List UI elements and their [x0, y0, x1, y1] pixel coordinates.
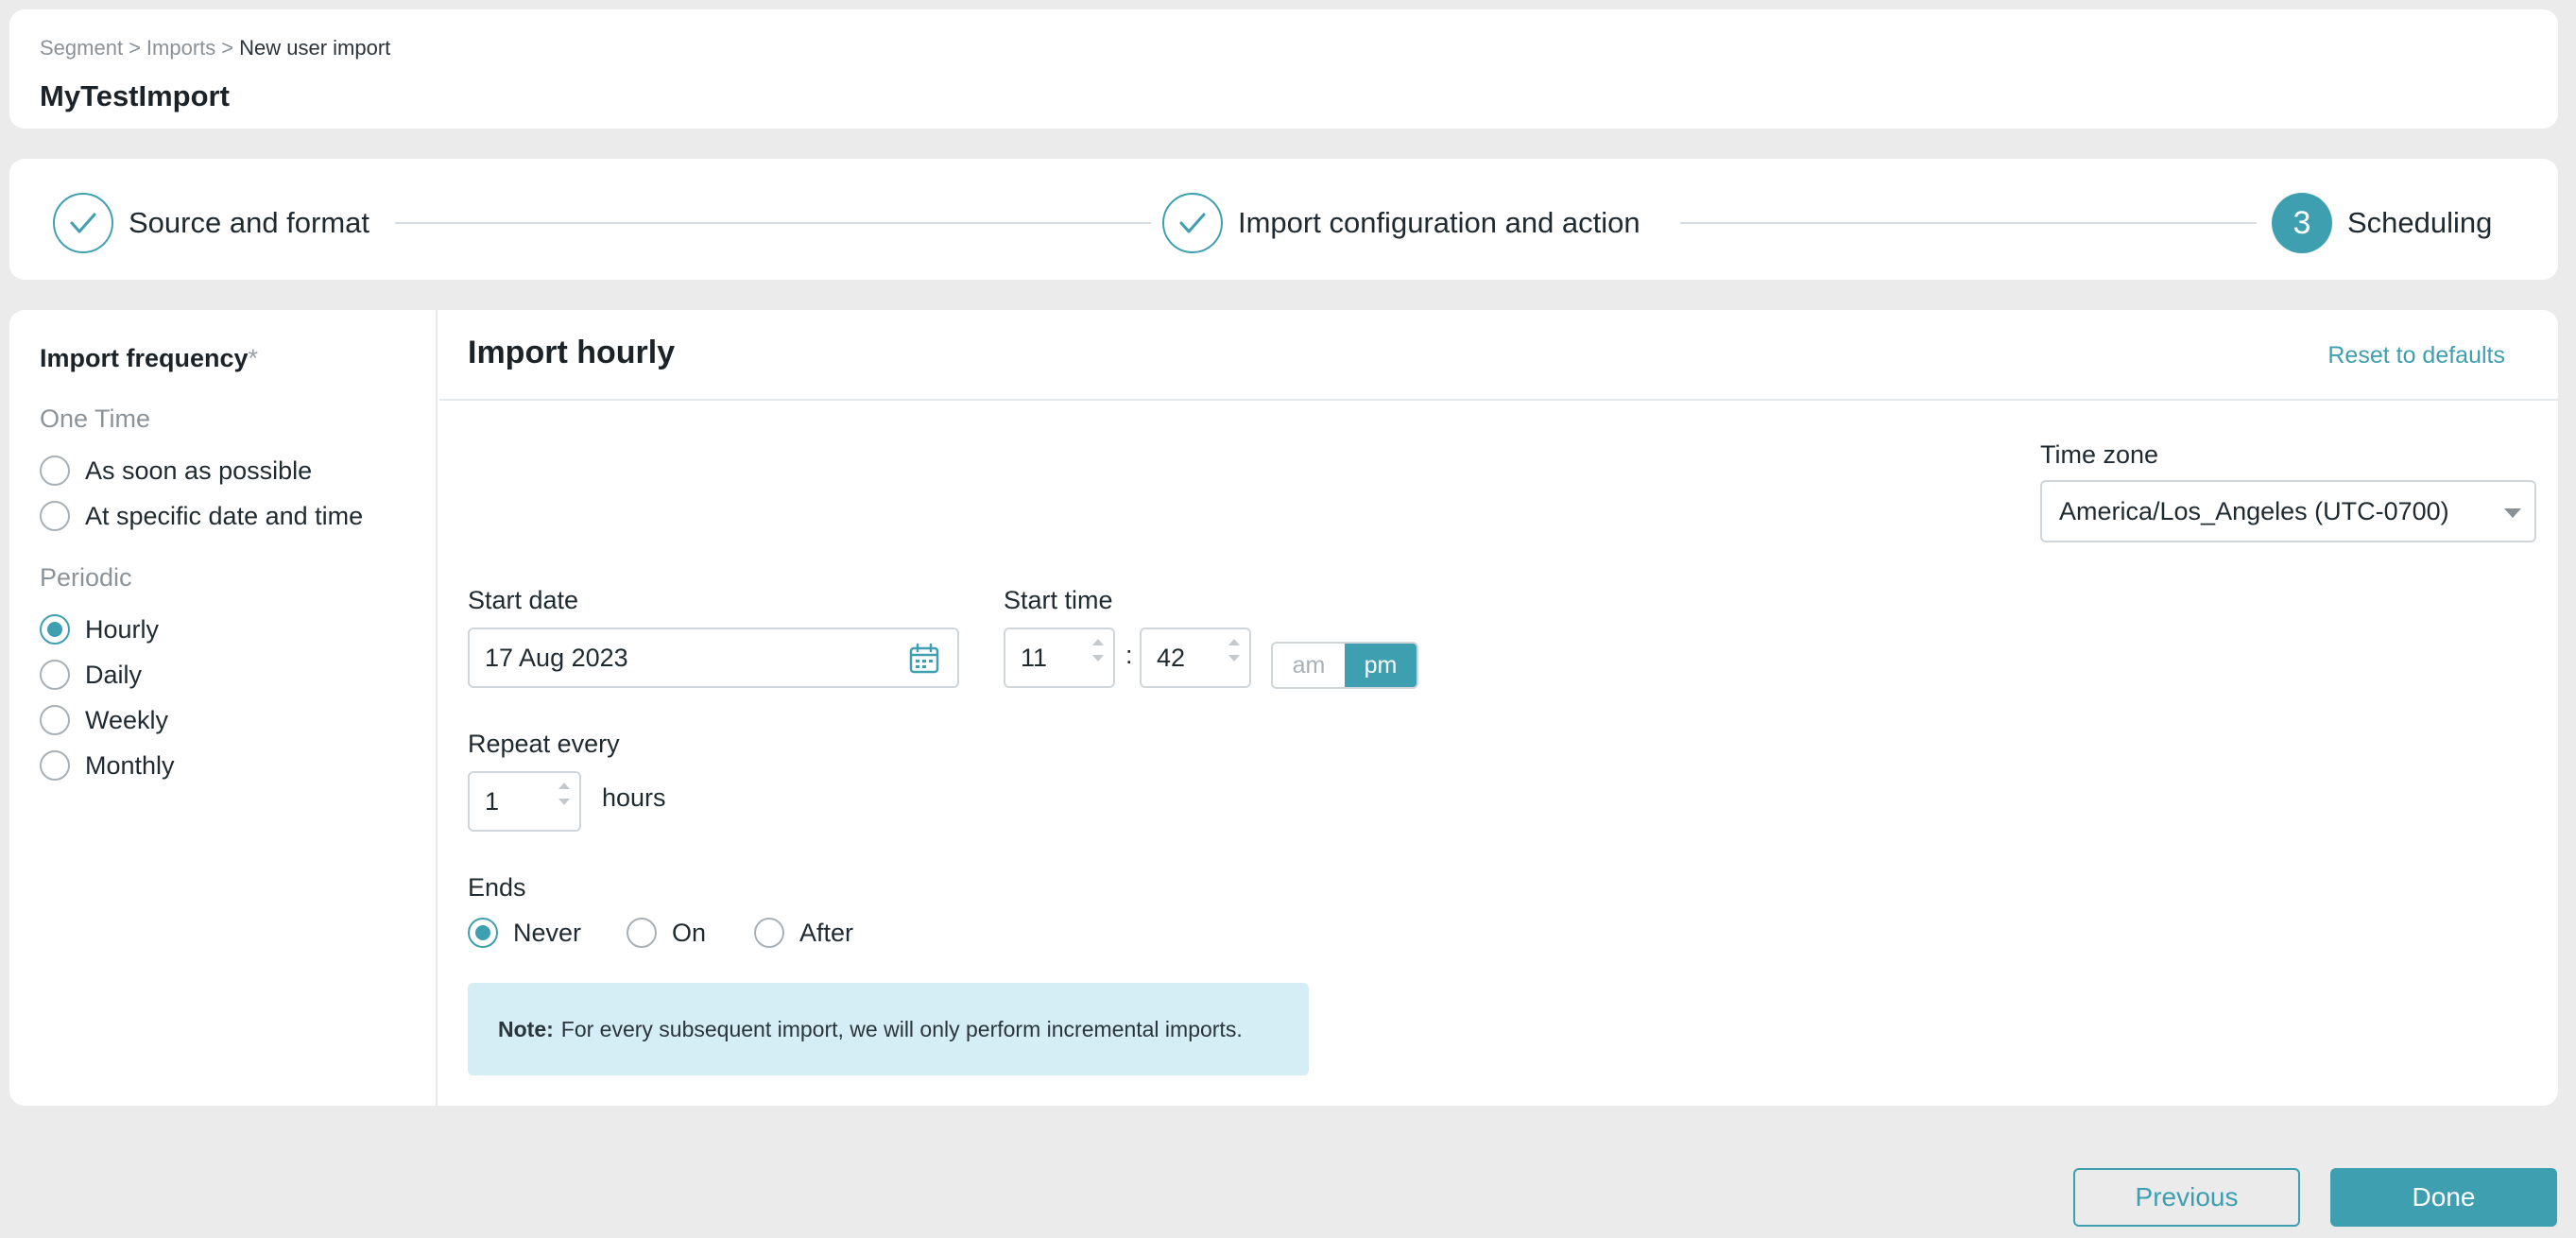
spin-down-icon[interactable] — [558, 799, 570, 805]
import-frequency-label: Import frequency — [40, 344, 249, 372]
content-header: Import hourly Reset to defaults — [439, 310, 2558, 401]
repeat-value: 1 — [485, 786, 500, 816]
radio-label: Daily — [85, 660, 143, 689]
step-label: Scheduling — [2347, 206, 2493, 239]
caret-down-icon — [2504, 508, 2521, 518]
time-zone-value: America/Los_Angeles (UTC-0700) — [2059, 496, 2449, 525]
spin-up-icon[interactable] — [1228, 639, 1240, 645]
schedule-content: Import hourly Reset to defaults Time zon… — [439, 310, 2558, 1106]
incremental-import-note: Note: For every subsequent import, we wi… — [468, 983, 1309, 1075]
ends-on-option[interactable]: On — [627, 918, 706, 948]
start-date-label: Start date — [468, 586, 579, 614]
spin-down-icon[interactable] — [1228, 655, 1240, 662]
radio-daily[interactable]: Daily — [40, 660, 142, 690]
radio-button[interactable] — [40, 501, 70, 531]
hour-value: 11 — [1021, 643, 1048, 672]
am-pm-toggle[interactable]: am pm — [1271, 642, 1418, 689]
ends-label: Ends — [468, 873, 526, 902]
radio-at-specific-date-and-time[interactable]: At specific date and time — [40, 501, 363, 531]
radio-button[interactable] — [40, 705, 70, 735]
step-label: Import configuration and action — [1238, 206, 1640, 239]
ends-after-option[interactable]: After — [754, 918, 853, 948]
scheduling-panel: Import frequency* One Time As soon as po… — [9, 310, 2558, 1106]
spin-up-icon[interactable] — [558, 782, 570, 789]
step-scheduling[interactable]: 3 Scheduling — [2272, 193, 2492, 253]
radio-label: Weekly — [85, 705, 169, 734]
step-source-and-format[interactable]: Source and format — [53, 193, 369, 253]
repeat-every-label: Repeat every — [468, 730, 620, 758]
minute-value: 42 — [1157, 643, 1186, 672]
pm-option[interactable]: pm — [1345, 644, 1417, 687]
radio-button-checked[interactable] — [468, 918, 498, 948]
am-option[interactable]: am — [1273, 644, 1345, 687]
start-minute-input[interactable]: 42 — [1140, 628, 1251, 688]
page-title: MyTestImport — [40, 79, 230, 112]
hour-spinner[interactable] — [1092, 639, 1104, 662]
ends-never-option[interactable]: Never — [468, 918, 581, 948]
radio-button-checked[interactable] — [40, 614, 70, 645]
radio-hourly[interactable]: Hourly — [40, 614, 159, 645]
step-connector — [1680, 222, 2257, 224]
periodic-section-label: Periodic — [40, 563, 132, 592]
frequency-sidebar: Import frequency* One Time As soon as po… — [9, 310, 438, 1106]
start-date-input[interactable]: 17 Aug 2023 — [468, 628, 959, 688]
spin-up-icon[interactable] — [1092, 639, 1104, 645]
step-complete-indicator — [53, 193, 113, 253]
header-card: Segment > Imports > New user import MyTe… — [9, 9, 2558, 129]
spin-down-icon[interactable] — [1092, 655, 1104, 662]
reset-to-defaults-link[interactable]: Reset to defaults — [2327, 342, 2505, 370]
minute-spinner[interactable] — [1228, 639, 1240, 662]
radio-label: As soon as possible — [85, 456, 313, 485]
calendar-icon[interactable] — [908, 643, 940, 675]
radio-button[interactable] — [40, 456, 70, 486]
radio-label: After — [799, 918, 854, 947]
radio-as-soon-as-possible[interactable]: As soon as possible — [40, 456, 312, 486]
time-zone-select[interactable]: America/Los_Angeles (UTC-0700) — [2040, 480, 2536, 542]
check-icon — [1179, 213, 1206, 233]
start-time-label: Start time — [1004, 586, 1113, 614]
time-zone-label: Time zone — [2040, 440, 2159, 469]
start-date-value: 17 Aug 2023 — [485, 643, 628, 672]
breadcrumb-imports-link[interactable]: Imports — [146, 36, 215, 60]
breadcrumb-separator: > — [221, 36, 234, 60]
step-number-badge: 3 — [2272, 193, 2332, 253]
repeat-every-input[interactable]: 1 — [468, 771, 581, 832]
note-prefix: Note: — [498, 1016, 554, 1041]
note-text: For every subsequent import, we will onl… — [560, 1016, 1243, 1041]
radio-button[interactable] — [40, 660, 70, 690]
breadcrumb-separator: > — [129, 36, 141, 60]
radio-button[interactable] — [754, 918, 784, 948]
radio-label: Monthly — [85, 750, 175, 780]
section-title: Import hourly — [468, 335, 676, 370]
step-label: Source and format — [129, 206, 370, 239]
radio-label: Never — [513, 918, 582, 947]
step-complete-indicator — [1162, 193, 1223, 253]
radio-weekly[interactable]: Weekly — [40, 705, 168, 735]
start-hour-input[interactable]: 11 — [1004, 628, 1115, 688]
done-button[interactable]: Done — [2330, 1168, 2557, 1227]
breadcrumb-current: New user import — [239, 36, 391, 60]
check-icon — [70, 213, 96, 233]
stepper: Source and format Import configuration a… — [9, 159, 2558, 280]
step-connector — [395, 222, 1151, 224]
breadcrumb: Segment > Imports > New user import — [40, 36, 390, 60]
radio-button[interactable] — [627, 918, 657, 948]
radio-button[interactable] — [40, 750, 70, 781]
radio-label: At specific date and time — [85, 501, 364, 530]
repeat-spinner[interactable] — [558, 782, 570, 805]
breadcrumb-segment-link[interactable]: Segment — [40, 36, 123, 60]
required-marker: * — [248, 344, 259, 372]
radio-monthly[interactable]: Monthly — [40, 750, 175, 781]
previous-button[interactable]: Previous — [2073, 1168, 2300, 1227]
step-import-configuration[interactable]: Import configuration and action — [1162, 193, 1640, 253]
import-frequency-heading: Import frequency* — [40, 344, 258, 373]
time-separator: : — [1125, 641, 1133, 669]
one-time-section-label: One Time — [40, 404, 151, 433]
radio-label: On — [672, 918, 707, 947]
radio-label: Hourly — [85, 614, 160, 644]
repeat-unit-label: hours — [602, 783, 666, 812]
